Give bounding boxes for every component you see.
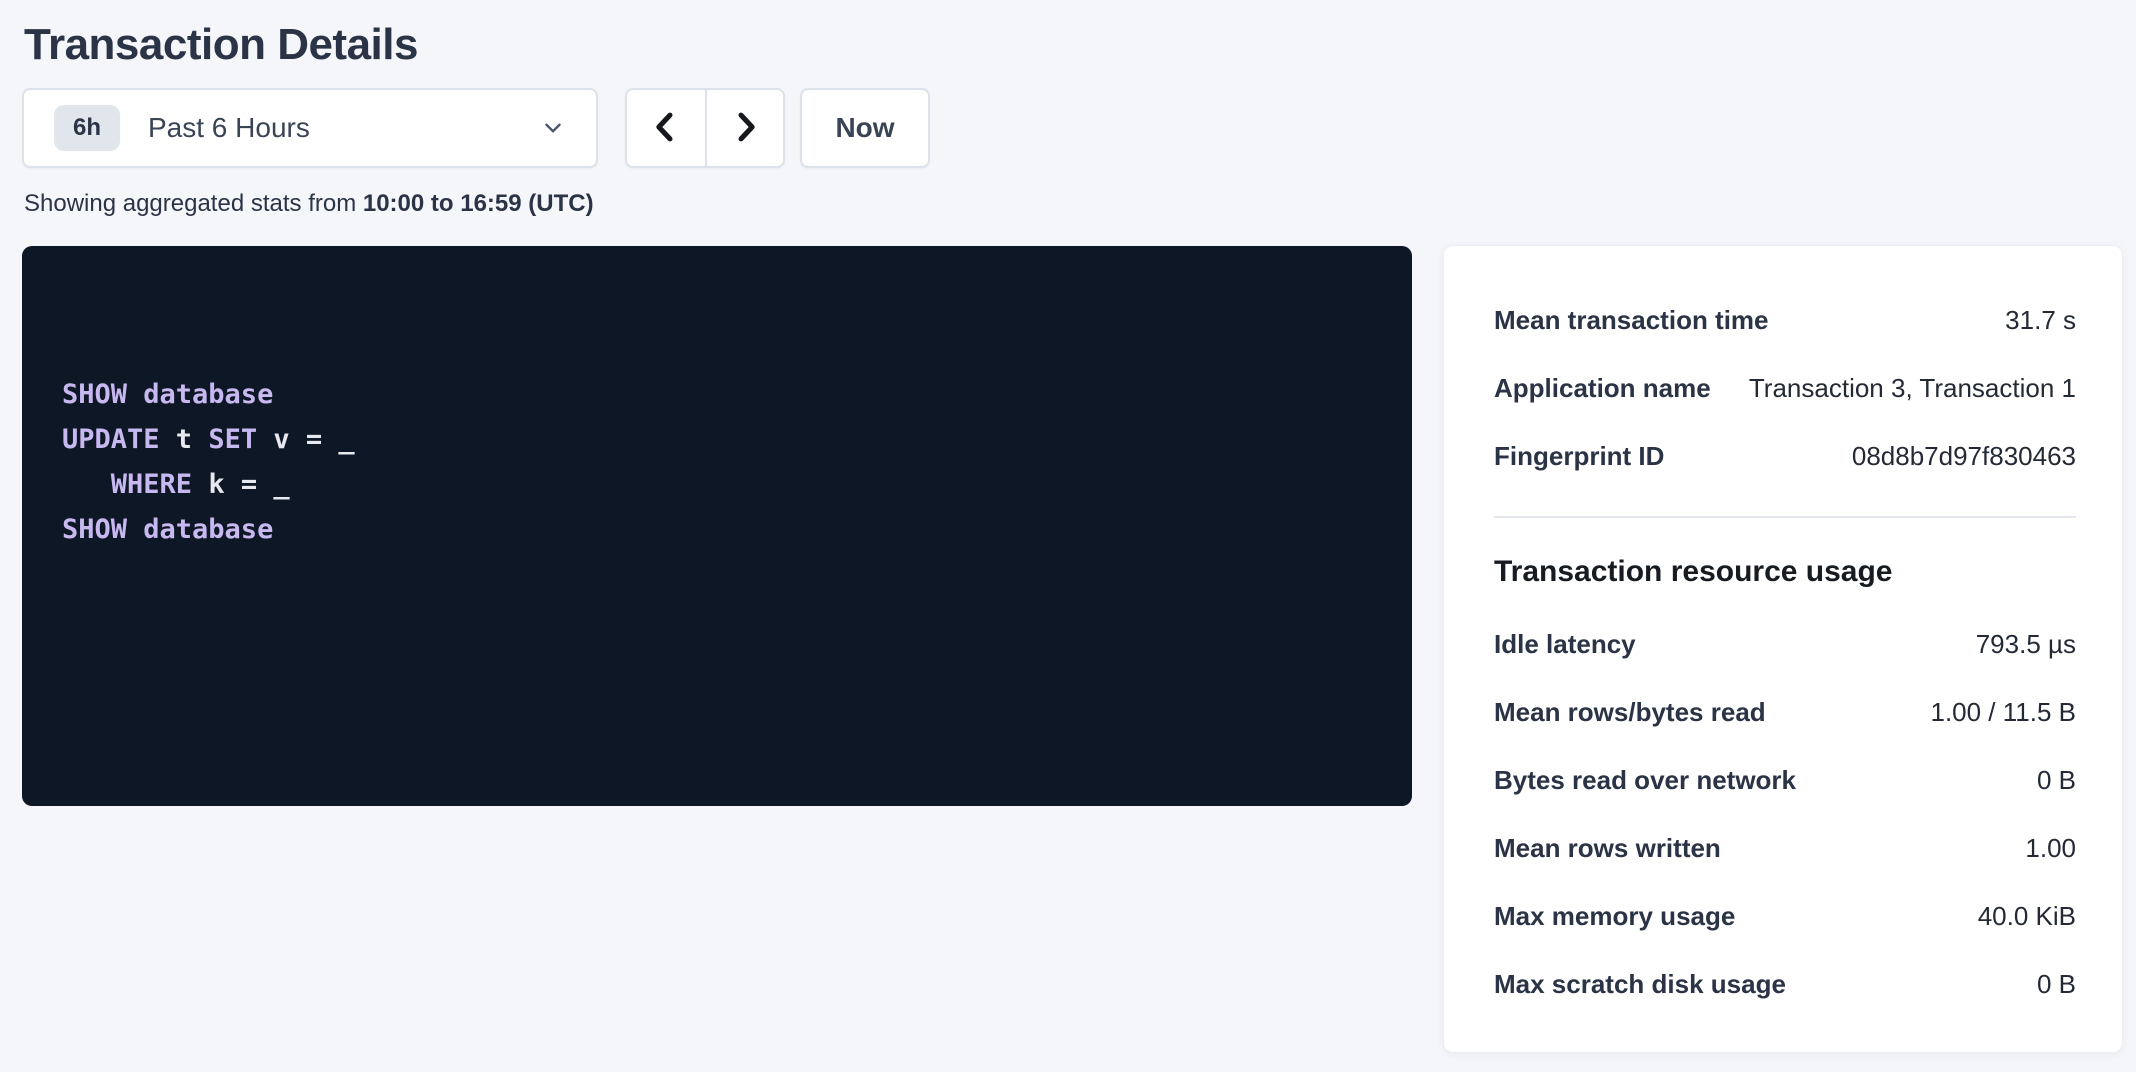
card-divider (1494, 516, 2076, 518)
chevron-down-icon (540, 115, 566, 141)
detail-row-max-memory-usage: Max memory usage 40.0 KiB (1494, 882, 2076, 950)
detail-row-mean-rows-bytes-read: Mean rows/bytes read 1.00 / 11.5 B (1494, 678, 2076, 746)
sql-statement-box: SHOW databaseUPDATE t SET v = _ WHERE k … (22, 246, 1412, 806)
stats-period-text: Showing aggregated stats from 10:00 to 1… (24, 190, 594, 218)
chevron-right-icon (726, 108, 764, 149)
time-nav-group (625, 88, 785, 168)
row-label: Max memory usage (1494, 901, 1735, 932)
row-label: Idle latency (1494, 629, 1636, 660)
detail-row-fingerprint-id: Fingerprint ID 08d8b7d97f830463 (1494, 422, 2076, 490)
page-title: Transaction Details (24, 20, 418, 70)
detail-row-max-scratch-disk-usage: Max scratch disk usage 0 B (1494, 950, 2076, 1018)
time-range-badge: 6h (54, 105, 120, 151)
detail-row-application-name: Application name Transaction 3, Transact… (1494, 354, 2076, 422)
stats-period-prefix: Showing aggregated stats from (24, 190, 363, 217)
row-label: Mean rows/bytes read (1494, 697, 1766, 728)
chevron-left-icon (647, 108, 685, 149)
resource-usage-heading: Transaction resource usage (1494, 552, 2076, 592)
detail-row-idle-latency: Idle latency 793.5 µs (1494, 610, 2076, 678)
row-value: 08d8b7d97f830463 (1852, 441, 2076, 472)
row-label: Mean transaction time (1494, 305, 1769, 336)
row-value: 40.0 KiB (1978, 901, 2076, 932)
row-label: Application name (1494, 373, 1711, 404)
row-value: Transaction 3, Transaction 1 (1749, 373, 2076, 404)
time-range-dropdown[interactable]: 6h Past 6 Hours (22, 88, 598, 168)
row-label: Bytes read over network (1494, 765, 1796, 796)
now-button[interactable]: Now (800, 88, 930, 168)
row-value: 31.7 s (2005, 305, 2076, 336)
next-time-button[interactable] (705, 90, 783, 166)
row-value: 0 B (2037, 765, 2076, 796)
resource-section: Idle latency 793.5 µs Mean rows/bytes re… (1494, 610, 2076, 1018)
row-value: 1.00 (2025, 833, 2076, 864)
detail-row-mean-rows-written: Mean rows written 1.00 (1494, 814, 2076, 882)
sql-statement-text: SHOW databaseUPDATE t SET v = _ WHERE k … (62, 372, 1372, 552)
transaction-details-card: Mean transaction time 31.7 s Application… (1443, 245, 2123, 1053)
row-value: 1.00 / 11.5 B (1930, 697, 2076, 728)
stats-period-range: 10:00 to 16:59 (UTC) (363, 190, 594, 217)
time-range-label: Past 6 Hours (148, 112, 310, 144)
row-label: Mean rows written (1494, 833, 1721, 864)
detail-row-mean-transaction-time: Mean transaction time 31.7 s (1494, 286, 2076, 354)
summary-section: Mean transaction time 31.7 s Application… (1494, 286, 2076, 490)
row-label: Max scratch disk usage (1494, 969, 1786, 1000)
prev-time-button[interactable] (627, 90, 705, 166)
detail-row-bytes-read-over-network: Bytes read over network 0 B (1494, 746, 2076, 814)
row-value: 0 B (2037, 969, 2076, 1000)
row-label: Fingerprint ID (1494, 441, 1664, 472)
row-value: 793.5 µs (1976, 629, 2076, 660)
